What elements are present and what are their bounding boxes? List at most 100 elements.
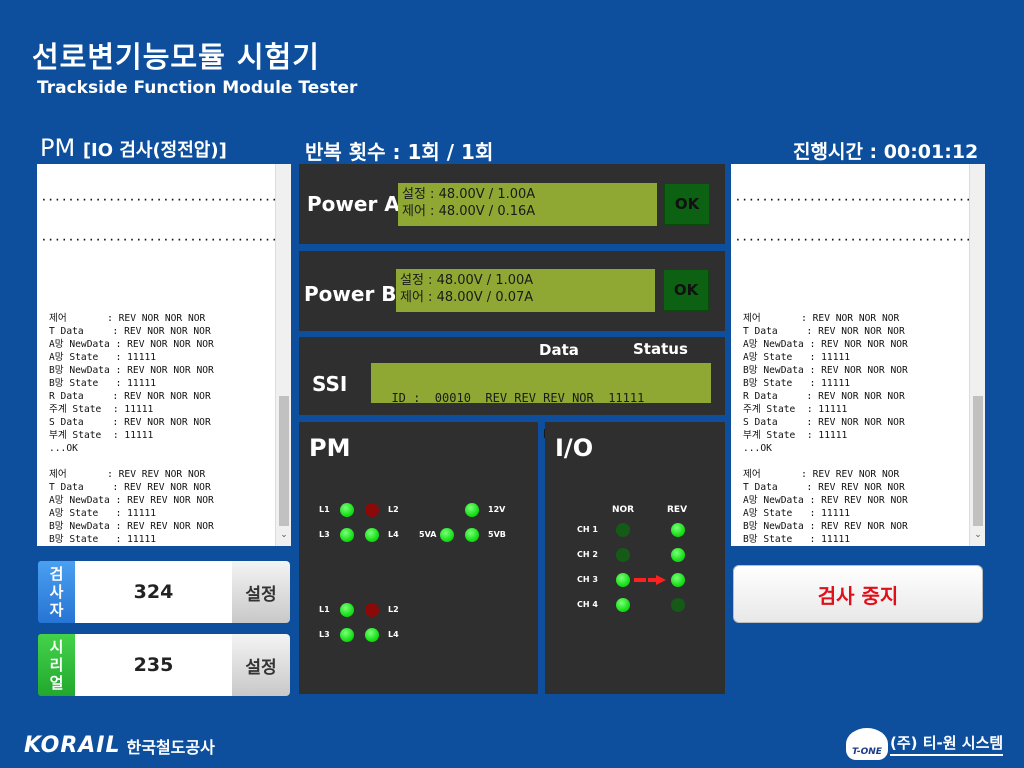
log-line: B망 State : 11111 xyxy=(49,378,157,389)
led-5vb-icon xyxy=(465,528,479,542)
led-l3-icon xyxy=(340,528,354,542)
log-scrollbar[interactable]: ⌄ xyxy=(275,164,291,546)
log-line: ...OK xyxy=(49,443,78,454)
log-line: A망 NewData : REV NOR NOR NOR xyxy=(743,339,908,350)
log-separator: ······································· xyxy=(735,195,969,206)
log-panel-left[interactable]: ·································· ····· … xyxy=(37,164,291,546)
log-line: 부계 State : 11111 xyxy=(743,430,848,441)
log-line: B망 State : 11111 xyxy=(743,378,851,389)
company-name: (주) 티-원 시스템 xyxy=(890,732,1004,756)
test-mode-label: [IO 검사(정전압)] xyxy=(82,140,227,161)
elapsed-time: 진행시간 : 00:01:12 xyxy=(793,141,979,163)
log-line: B망 State : 11111 xyxy=(743,534,851,545)
power-a-setting: 설정 : 48.00V / 1.00A xyxy=(402,187,536,202)
led-label-l2: L2 xyxy=(388,505,399,514)
power-a-panel: Power A 설정 : 48.00V / 1.00A 제어 : 48.00V … xyxy=(299,164,725,244)
log-line: ...OK xyxy=(743,443,772,454)
led-label-l3: L3 xyxy=(319,530,330,539)
log-separator: ······································· xyxy=(41,235,275,246)
korail-name: 한국철도공사 xyxy=(126,737,215,757)
scroll-up-icon[interactable] xyxy=(276,166,291,180)
log-line: A망 State : 11111 xyxy=(49,508,157,519)
led-l2-b-icon xyxy=(365,603,379,617)
log-line: A망 NewData : REV NOR NOR NOR xyxy=(49,339,214,350)
power-a-display: 설정 : 48.00V / 1.00A 제어 : 48.00V / 0.16A xyxy=(398,183,657,226)
log-scrollbar[interactable]: ⌄ xyxy=(969,164,985,546)
pm-label: PM xyxy=(40,134,76,162)
power-a-control: 제어 : 48.00V / 0.16A xyxy=(402,204,536,219)
power-b-label: Power B xyxy=(304,282,397,306)
ch4-rev-led-icon xyxy=(671,598,685,612)
log-line: B망 NewData : REV REV NOR NOR xyxy=(743,521,908,532)
channel-label: CH 4 xyxy=(577,600,598,609)
ssi-panel: SSI Data Status ID : 00010 REV REV REV N… xyxy=(299,337,725,440)
pm-panel: PM L1 L2 12V L3 L4 5VA 5VB L1 L2 L3 L4 xyxy=(299,422,538,694)
power-b-status: OK xyxy=(663,269,709,311)
log-line: B망 NewData : REV NOR NOR NOR xyxy=(743,365,908,376)
inspector-set-button[interactable]: 설정 xyxy=(232,561,290,623)
app-subtitle: Trackside Function Module Tester xyxy=(37,78,358,98)
log-line: 주계 State : 11111 xyxy=(49,404,154,415)
log-line: T Data : REV REV NOR NOR xyxy=(743,482,905,493)
power-a-label: Power A xyxy=(307,192,400,216)
rev-header: REV xyxy=(667,505,688,515)
korail-logo: KORAIL 한국철도공사 xyxy=(24,733,215,758)
app-title: 선로변기능모듈 시험기 xyxy=(32,40,320,74)
scroll-down-icon[interactable]: ⌄ xyxy=(276,530,291,544)
power-b-panel: Power B 설정 : 48.00V / 1.00A 제어 : 48.00V … xyxy=(299,251,725,331)
log-separator: ······································· xyxy=(41,195,275,206)
log-line: A망 State : 11111 xyxy=(743,352,851,363)
log-line: S Data : REV NOR NOR NOR xyxy=(49,417,211,428)
log-panel-right[interactable]: ·································· ····· … xyxy=(731,164,985,546)
log-line: 주계 State : 11111 xyxy=(743,404,848,415)
led-label-l1: L1 xyxy=(319,505,330,514)
serial-set-button[interactable]: 설정 xyxy=(232,634,290,696)
stop-test-button[interactable]: 검사 중지 xyxy=(733,565,983,623)
led-l1-b-icon xyxy=(340,603,354,617)
log-line: A망 NewData : REV REV NOR NOR xyxy=(49,495,214,506)
log-line: B망 NewData : REV NOR NOR NOR xyxy=(49,365,214,376)
serial-row: 시 리 얼 235 설정 xyxy=(38,634,290,696)
repeat-count: 반복 횟수 : 1회 / 1회 xyxy=(305,140,494,164)
log-line: B망 State : 11111 xyxy=(49,534,157,545)
log-line: T Data : REV NOR NOR NOR xyxy=(743,326,905,337)
nor-header: NOR xyxy=(612,505,635,515)
power-b-control: 제어 : 48.00V / 0.07A xyxy=(400,290,534,305)
ssi-status-header: Status xyxy=(633,340,688,358)
log-separator: ······································· xyxy=(735,235,969,246)
inspector-label: 검 사 자 xyxy=(38,561,75,623)
ssi-id-line: ID : 00010 REV REV REV NOR 11111 xyxy=(377,391,645,405)
scroll-up-icon[interactable] xyxy=(970,166,985,180)
arrow-right-icon xyxy=(634,575,666,585)
power-b-display: 설정 : 48.00V / 1.00A 제어 : 48.00V / 0.07A xyxy=(396,269,655,312)
channel-label: CH 3 xyxy=(577,575,598,584)
inspector-row: 검 사 자 324 설정 xyxy=(38,561,290,623)
led-label-5va: 5VA xyxy=(419,530,437,539)
pm-title: PM xyxy=(309,434,351,462)
led-l2-icon xyxy=(365,503,379,517)
test-mode-heading: PM [IO 검사(정전압)] xyxy=(40,134,227,162)
io-title: I/O xyxy=(555,434,594,462)
led-label-12v: 12V xyxy=(488,505,506,514)
led-l4-b-icon xyxy=(365,628,379,642)
log-line: R Data : REV NOR NOR NOR xyxy=(49,391,211,402)
log-line: A망 State : 11111 xyxy=(49,352,157,363)
log-text-right: ·································· ····· … xyxy=(731,164,969,546)
scroll-thumb[interactable] xyxy=(973,396,983,526)
channel-label: CH 2 xyxy=(577,550,598,559)
led-label-l4: L4 xyxy=(388,530,399,539)
scroll-down-icon[interactable]: ⌄ xyxy=(970,530,985,544)
scroll-thumb[interactable] xyxy=(279,396,289,526)
led-5va-icon xyxy=(440,528,454,542)
power-a-status: OK xyxy=(664,183,710,225)
led-label-l3-b: L3 xyxy=(319,630,330,639)
ch2-nor-led-icon xyxy=(616,548,630,562)
log-line: 부계 State : 11111 xyxy=(49,430,154,441)
serial-field[interactable]: 235 xyxy=(75,634,232,696)
inspector-field[interactable]: 324 xyxy=(75,561,232,623)
korail-wordmark: KORAIL xyxy=(24,733,121,758)
ssi-data-header: Data xyxy=(539,341,579,359)
led-l3-b-icon xyxy=(340,628,354,642)
log-text-left: ·································· ····· … xyxy=(37,164,275,546)
